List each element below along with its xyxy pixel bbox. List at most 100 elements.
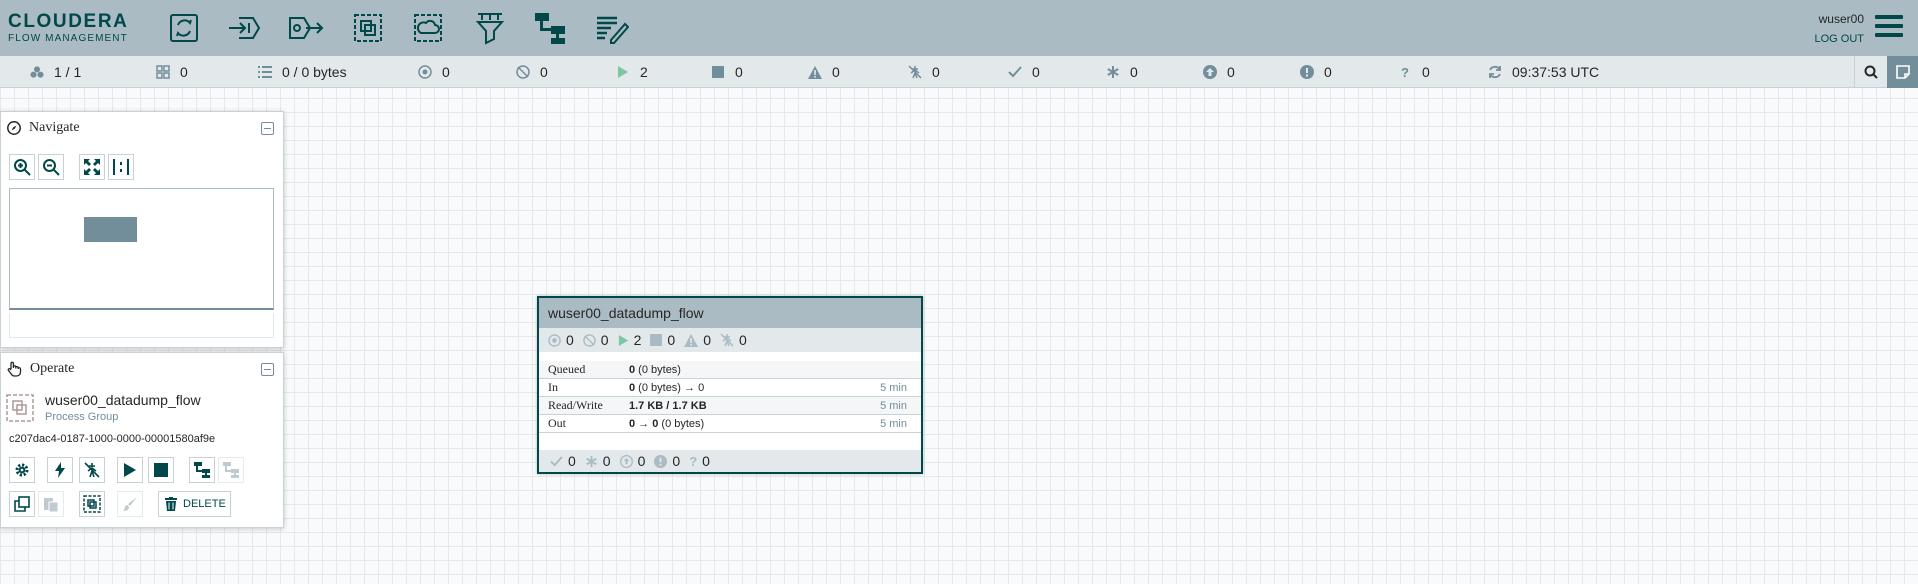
stop-button[interactable] [148,457,174,483]
output-port-component-button[interactable] [284,7,328,49]
processor-component-button[interactable] [162,7,206,49]
pg-stale-value: 0 [637,453,646,469]
upload-template-button[interactable] [218,457,244,483]
configure-button[interactable] [9,457,35,483]
status-queued: 0 / 0 bytes [258,56,347,88]
funnel-icon [475,13,505,45]
warning-icon [808,65,822,79]
stat-time: 5 min [880,417,907,430]
input-port-component-button[interactable] [222,7,266,49]
current-user: wuser00 [1818,12,1864,26]
stat-label: Out [548,416,566,430]
stat-time: 5 min [880,399,907,412]
check-icon [1008,65,1022,79]
template-component-button[interactable] [528,7,572,49]
status-stale-value: 0 [1227,64,1235,80]
status-stopped: 0 [711,56,743,88]
question-icon: ? [689,453,698,469]
check-icon [550,455,563,467]
status-up-to-date: 0 [1008,56,1040,88]
navigate-header: Navigate [1,112,283,144]
disable-button[interactable] [79,457,105,483]
expand-icon [84,159,100,175]
bulletin-board-button[interactable] [1887,56,1918,88]
pg-locally-modified: 0 [585,453,611,469]
status-running-value: 2 [640,64,648,80]
pg-disabled-value: 0 [738,332,747,348]
transmitting-icon [418,65,432,79]
process-group-icon [6,394,34,422]
color-button[interactable] [117,491,143,517]
status-refresh[interactable]: 09:37:53 UTC [1488,56,1599,88]
pg-sync-failure: 0 [654,453,680,469]
zoom-in-button[interactable] [9,154,35,180]
zoom-out-button[interactable] [38,154,64,180]
status-disabled: 0 [908,56,940,88]
stat-row-in: In 0 (0 bytes) → 0 5 min [539,379,921,397]
status-threads: 0 [156,56,188,88]
funnel-component-button[interactable] [468,7,512,49]
pg-unknown-value: 0 [702,453,710,469]
upload-template-icon [223,462,239,478]
stat-value: 1.7 KB / 1.7 KB [629,399,707,412]
status-invalid-value: 0 [832,64,840,80]
trash-icon [165,497,177,511]
pg-transmitting-value: 0 [566,332,574,348]
arrow-up-circle-icon [619,454,633,468]
search-button[interactable] [1854,56,1886,88]
copy-icon [14,496,30,512]
status-cluster-value: 1 / 1 [54,64,82,80]
pg-running-value: 2 [633,332,642,348]
refresh-icon[interactable] [1488,65,1502,79]
navigate-palette: Navigate [0,111,284,348]
gear-icon [15,463,29,477]
global-menu-button[interactable] [1875,14,1903,38]
status-sync-failure-value: 0 [1324,64,1332,80]
disabled-icon [720,333,734,347]
pg-invalid: 0 [684,332,711,348]
paste-button[interactable] [38,491,64,517]
status-unknown-value: 0 [1422,64,1430,80]
status-stale: 0 [1203,56,1235,88]
process-group-version-counts: 0 0 0 0 ? 0 [539,450,921,472]
stat-label: In [548,380,558,394]
logout-link[interactable]: LOG OUT [1814,31,1864,47]
status-stopped-value: 0 [735,64,743,80]
birdseye-viewport [84,217,137,242]
stat-value: 0 → 0 (0 bytes) [629,417,705,430]
stat-value: 0 (0 bytes) → 0 [629,381,705,394]
asterisk-icon [1106,65,1120,79]
pg-up-to-date: 0 [550,453,576,469]
label-component-button[interactable] [590,7,634,49]
status-sync-failure: 0 [1300,56,1332,88]
arrow-up-circle-icon [1203,65,1217,79]
process-group-component-button[interactable] [346,7,390,49]
create-template-button[interactable] [189,457,215,483]
operate-selection-name: wuser00_datadump_flow [45,392,201,408]
operate-collapse-button[interactable] [261,363,274,376]
group-icon [83,495,101,513]
enable-button[interactable] [47,457,73,483]
group-button[interactable] [79,491,105,517]
navigate-collapse-button[interactable] [261,122,274,135]
birdseye-view[interactable] [9,188,274,310]
copy-button[interactable] [9,491,35,517]
fit-button[interactable] [79,154,105,180]
status-queued-value: 0 / 0 bytes [282,64,347,80]
remote-process-group-component-button[interactable] [406,7,450,49]
process-group-component[interactable]: wuser00_datadump_flow 0 0 2 0 0 0 Queued [537,296,923,474]
status-disabled-value: 0 [932,64,940,80]
status-locally-modified: 0 [1106,56,1138,88]
actual-size-icon [113,159,129,175]
pg-not-transmitting-value: 0 [600,332,609,348]
actual-size-button[interactable] [108,154,134,180]
hamburger-menu-icon [1875,15,1903,37]
start-button[interactable] [117,457,143,483]
process-group-icon [354,14,382,42]
delete-button[interactable]: DELETE [158,491,231,517]
pg-stopped: 0 [650,332,675,348]
header: CLOUDERA FLOW MANAGEMENT wuser00 LOG OUT [0,0,1918,56]
pg-unknown: ? 0 [689,453,710,469]
pg-disabled: 0 [720,332,747,348]
operate-palette: Operate wuser00_datadump_flow Process Gr… [0,352,284,528]
